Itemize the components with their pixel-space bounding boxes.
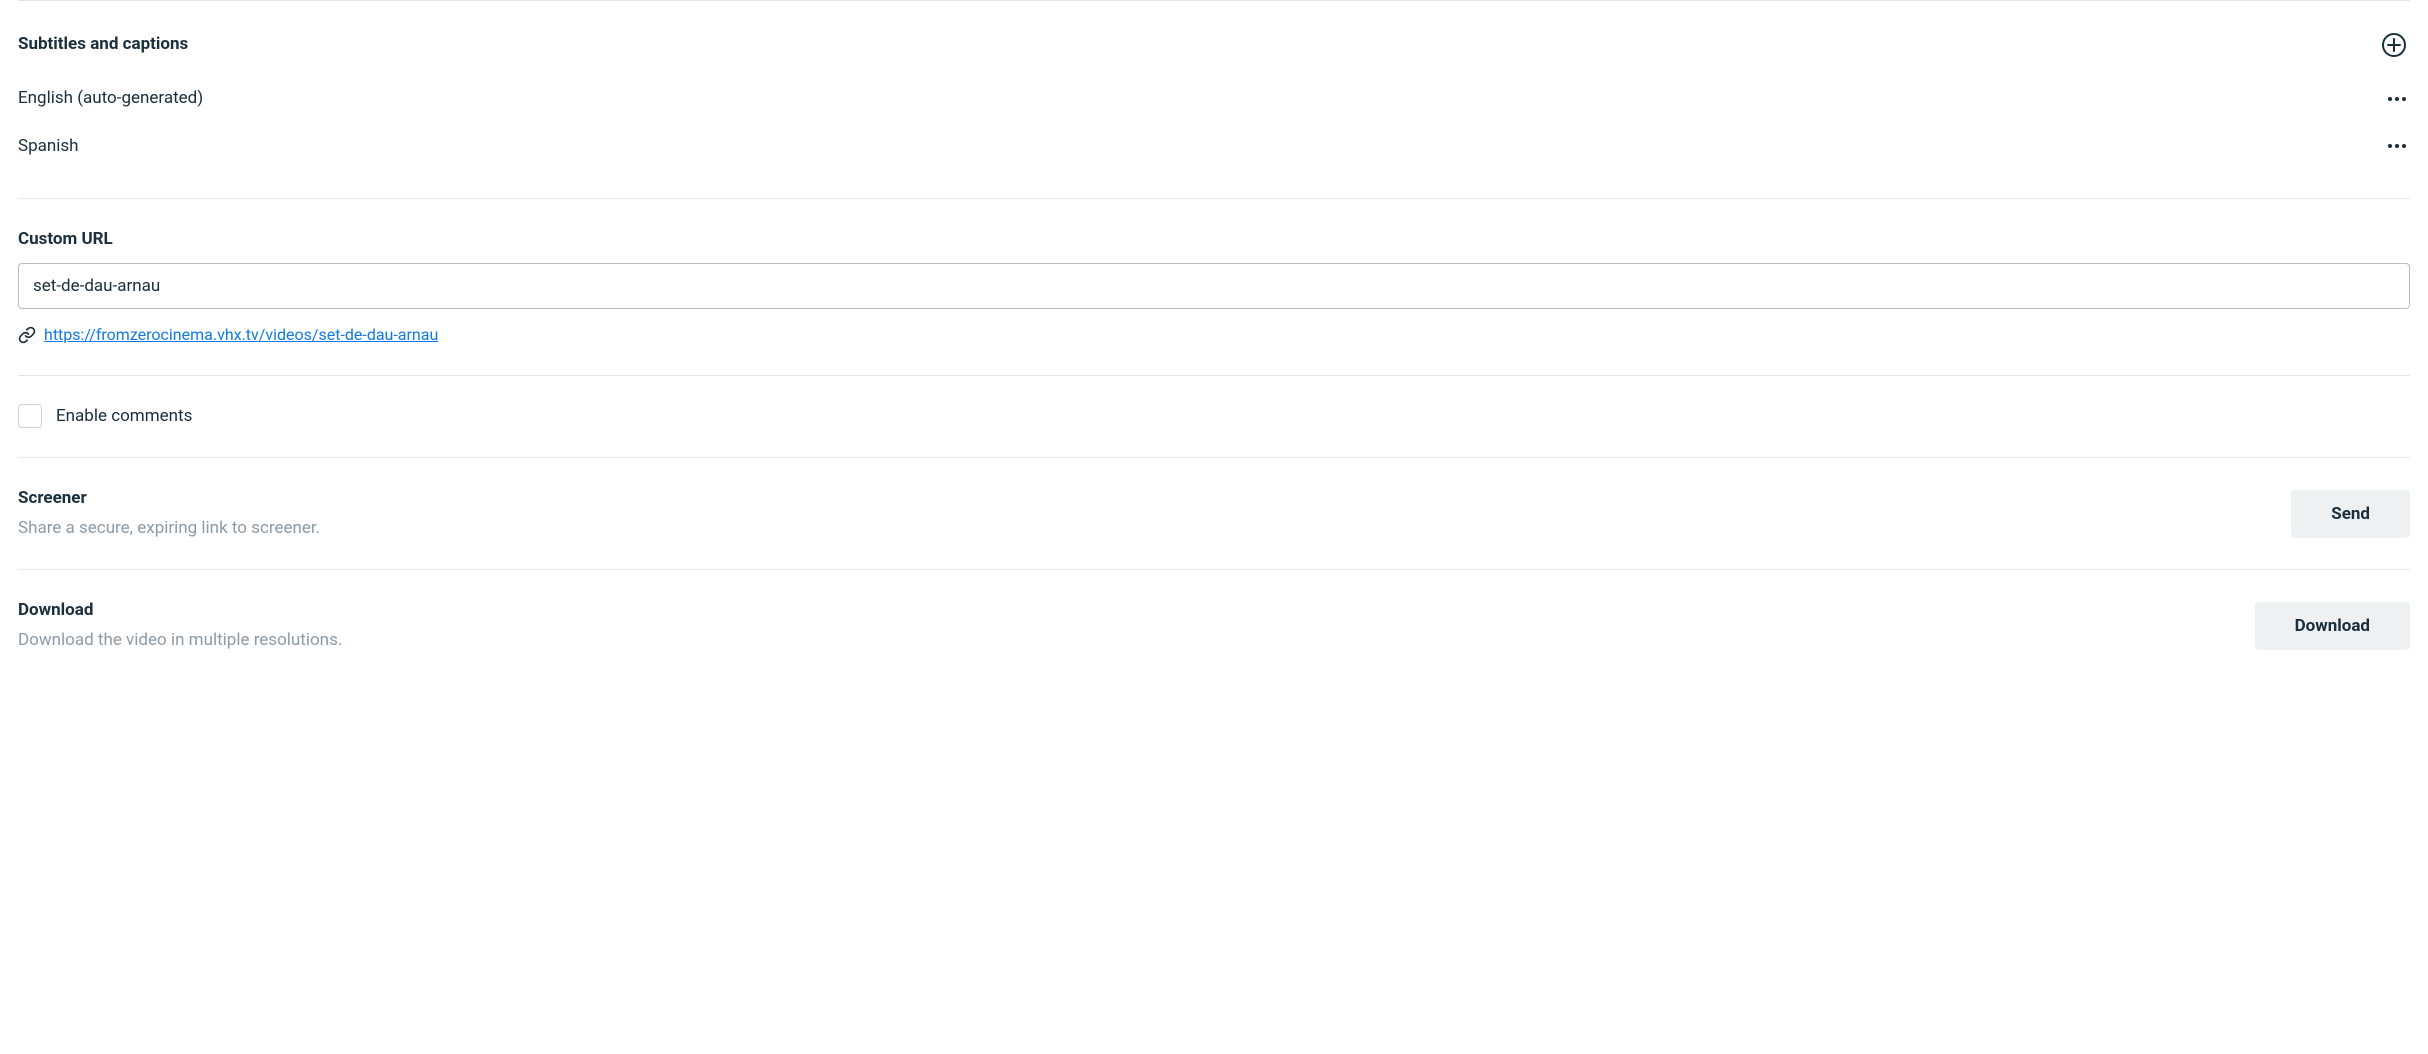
screener-heading: Screener xyxy=(18,486,2291,512)
subtitle-item: Spanish xyxy=(18,123,2410,171)
subtitle-more-button[interactable] xyxy=(2384,93,2410,105)
enable-comments-label[interactable]: Enable comments xyxy=(56,404,192,430)
more-horizontal-icon xyxy=(2388,97,2406,101)
screener-info: Screener Share a secure, expiring link t… xyxy=(18,486,2291,541)
screener-section: Screener Share a secure, expiring link t… xyxy=(18,457,2410,569)
subtitle-item: English (auto-generated) xyxy=(18,75,2410,123)
subtitle-more-button[interactable] xyxy=(2384,140,2410,152)
enable-comments-checkbox[interactable] xyxy=(18,404,42,428)
link-icon xyxy=(18,326,36,344)
send-screener-button[interactable]: Send xyxy=(2291,490,2410,538)
subtitles-header: Subtitles and captions xyxy=(18,29,2410,61)
screener-description: Share a secure, expiring link to screene… xyxy=(18,516,2291,542)
plus-circle-icon xyxy=(2382,33,2406,57)
comments-section: Enable comments xyxy=(18,375,2410,458)
download-section: Download Download the video in multiple … xyxy=(18,569,2410,681)
custom-url-label: Custom URL xyxy=(18,227,2410,253)
subtitles-list: English (auto-generated) Spanish xyxy=(18,75,2410,170)
custom-url-display: https://fromzerocinema.vhx.tv/videos/set… xyxy=(18,323,2410,347)
subtitle-label: English (auto-generated) xyxy=(18,86,203,112)
subtitles-section: Subtitles and captions English (auto-gen… xyxy=(18,0,2410,198)
subtitles-heading: Subtitles and captions xyxy=(18,32,188,58)
custom-url-link[interactable]: https://fromzerocinema.vhx.tv/videos/set… xyxy=(44,323,438,347)
download-info: Download Download the video in multiple … xyxy=(18,598,2255,653)
download-heading: Download xyxy=(18,598,2255,624)
download-description: Download the video in multiple resolutio… xyxy=(18,628,2255,654)
subtitle-label: Spanish xyxy=(18,134,79,160)
more-horizontal-icon xyxy=(2388,144,2406,148)
download-button[interactable]: Download xyxy=(2255,602,2410,650)
custom-url-section: Custom URL https://fromzerocinema.vhx.tv… xyxy=(18,198,2410,375)
add-subtitle-button[interactable] xyxy=(2378,29,2410,61)
enable-comments-row: Enable comments xyxy=(18,404,2410,430)
custom-url-input[interactable] xyxy=(18,263,2410,309)
